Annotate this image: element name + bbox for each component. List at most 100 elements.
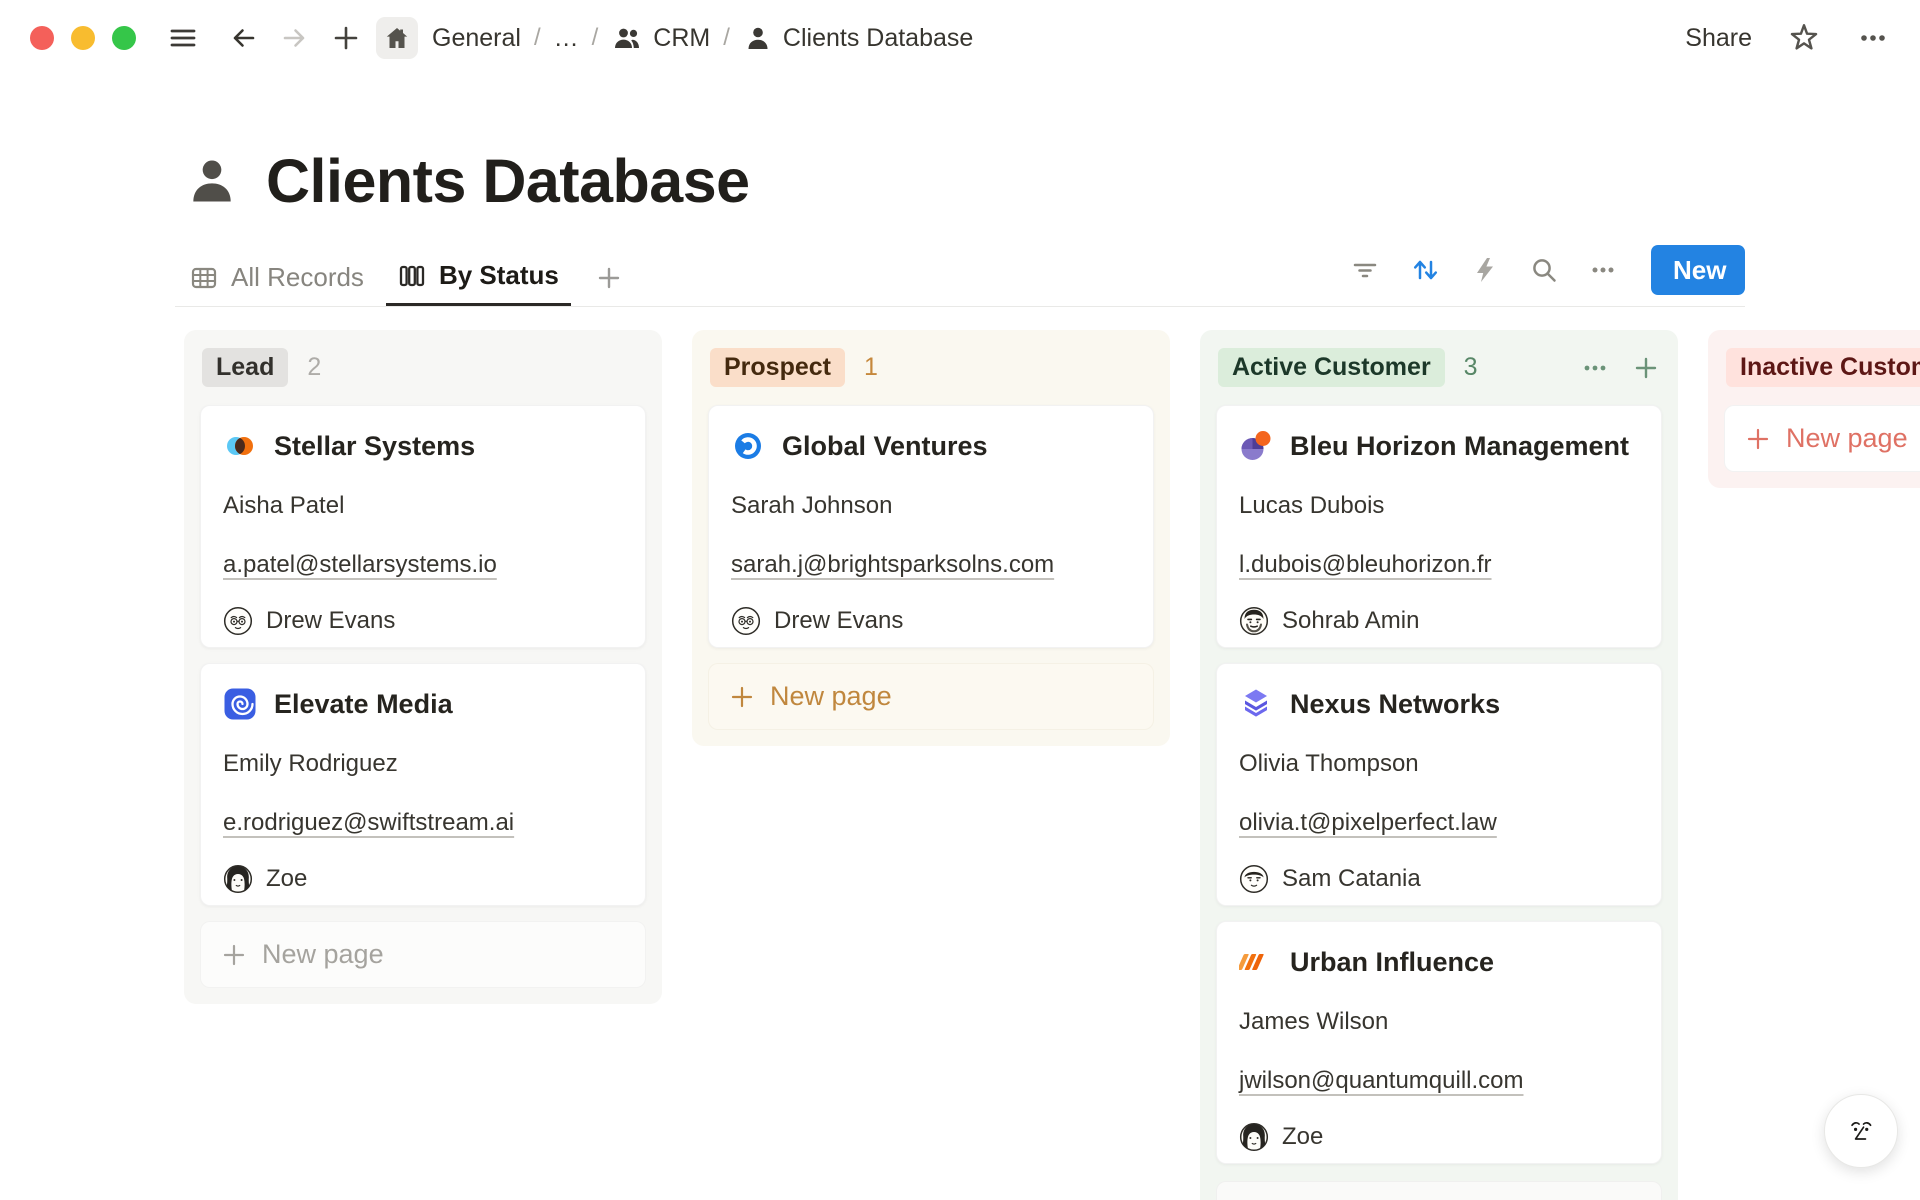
favorite-star-icon[interactable] [1786,20,1822,56]
breadcrumb-collapsed-ellipsis[interactable]: … [554,24,579,53]
avatar-sohrab-amin [1239,606,1269,636]
owner-name: Drew Evans [266,607,395,635]
status-badge[interactable]: Lead [202,348,288,387]
people-icon [611,22,643,54]
email-link[interactable]: jwilson@quantumquill.com [1239,1067,1523,1095]
share-button[interactable]: Share [1685,24,1752,53]
owner-name: Zoe [266,865,307,893]
new-record-button[interactable]: New [1651,245,1745,295]
minimize-window-button[interactable] [71,26,95,50]
new-page-button[interactable] [1216,1181,1662,1200]
column-count: 1 [864,353,878,382]
email-link[interactable]: olivia.t@pixelperfect.law [1239,809,1497,837]
column-menu-icon[interactable] [1580,353,1610,383]
contact-name: Lucas Dubois [1239,492,1639,520]
breadcrumb-separator: / [534,24,541,52]
contact-name: Olivia Thompson [1239,750,1639,778]
tabs-divider [175,306,1745,307]
zoom-window-button[interactable] [112,26,136,50]
tab-all-records[interactable]: All Records [178,248,376,307]
board-column-inactive-customer: Inactive Customer New page [1708,330,1920,488]
board-column-prospect: Prospect 1 Global Ventures Sarah Johnson… [692,330,1170,746]
company-name: Elevate Media [274,689,453,720]
email-link[interactable]: sarah.j@brightsparksolns.com [731,551,1054,579]
breadcrumb-separator: / [592,24,599,52]
close-window-button[interactable] [30,26,54,50]
company-name: Urban Influence [1290,947,1494,978]
stellar-systems-logo-icon [223,429,257,463]
board-column-lead: Lead 2 Stellar Systems Aisha Patel a.pat… [184,330,662,1004]
notion-ai-face-button[interactable] [1824,1094,1898,1168]
tab-by-status[interactable]: By Status [386,248,571,307]
page-header: Clients Database [184,146,750,216]
tab-by-status-label: By Status [439,260,559,291]
record-card[interactable]: Elevate Media Emily Rodriguez e.rodrigue… [200,663,646,906]
column-header: Inactive Customer [1724,330,1920,405]
table-view-icon [190,264,218,292]
owner-name: Drew Evans [774,607,903,635]
board-column-active-customer: Active Customer 3 Bleu Horizon Managemen… [1200,330,1678,1200]
avatar-drew-evans [223,606,253,636]
company-name: Nexus Networks [1290,689,1500,720]
new-record-label[interactable]: New [1651,245,1745,295]
record-card[interactable]: Global Ventures Sarah Johnson sarah.j@br… [708,405,1154,648]
new-tab-icon[interactable] [330,22,362,54]
forward-icon[interactable] [278,21,312,55]
company-name: Bleu Horizon Management [1290,431,1629,462]
column-count: 3 [1464,353,1478,382]
record-card[interactable]: Urban Influence James Wilson jwilson@qua… [1216,921,1662,1164]
window-controls [30,26,136,50]
sort-icon[interactable] [1409,254,1441,286]
breadcrumb-item-page[interactable]: Clients Database [783,24,973,53]
view-tabs: All Records By Status [178,248,623,307]
view-options-icon[interactable] [1588,255,1618,285]
new-page-label: New page [262,939,384,970]
ai-face-icon [1838,1108,1884,1154]
avatar-sam-catania [1239,864,1269,894]
email-link[interactable]: l.dubois@bleuhorizon.fr [1239,551,1492,579]
avatar-zoe [1239,1122,1269,1152]
new-page-button[interactable]: New page [200,921,646,988]
email-link[interactable]: e.rodriguez@swiftstream.ai [223,809,514,837]
add-view-icon[interactable] [595,264,623,292]
plus-icon [1745,426,1771,452]
avatar-zoe [223,864,253,894]
breadcrumb-separator: / [723,24,730,52]
record-card[interactable]: Nexus Networks Olivia Thompson olivia.t@… [1216,663,1662,906]
email-link[interactable]: a.patel@stellarsystems.io [223,551,497,579]
urban-influence-logo-icon [1239,945,1273,979]
record-card[interactable]: Stellar Systems Aisha Patel a.patel@stel… [200,405,646,648]
contact-name: Emily Rodriguez [223,750,623,778]
back-icon[interactable] [226,21,260,55]
status-badge[interactable]: Inactive Customer [1726,348,1920,387]
bleu-horizon-logo-icon [1239,429,1273,463]
breadcrumb-item-general[interactable]: General [432,24,521,53]
breadcrumb-item-crm[interactable]: CRM [653,24,710,53]
elevate-media-logo-icon [223,687,257,721]
search-icon[interactable] [1529,255,1559,285]
new-page-button[interactable]: New page [708,663,1154,730]
contact-name: Sarah Johnson [731,492,1131,520]
board-view-icon [398,262,426,290]
column-add-icon[interactable] [1632,354,1660,382]
filter-icon[interactable] [1350,255,1380,285]
column-header: Active Customer 3 [1216,330,1662,405]
sidebar-menu-icon[interactable] [166,21,200,55]
avatar-drew-evans [731,606,761,636]
automation-lightning-icon[interactable] [1470,255,1500,285]
home-icon[interactable] [376,17,418,59]
owner-name: Sohrab Amin [1282,607,1419,635]
record-card[interactable]: Bleu Horizon Management Lucas Dubois l.d… [1216,405,1662,648]
contact-name: James Wilson [1239,1008,1639,1036]
global-ventures-logo-icon [731,429,765,463]
more-options-icon[interactable] [1856,21,1890,55]
plus-icon [729,684,755,710]
new-page-button[interactable]: New page [1724,405,1920,472]
column-header: Lead 2 [200,330,646,405]
status-badge[interactable]: Active Customer [1218,348,1445,387]
window-titlebar: General / … / CRM / Clients Database Sha… [0,0,1920,76]
new-page-label: New page [770,681,892,712]
owner-name: Sam Catania [1282,865,1421,893]
status-badge[interactable]: Prospect [710,348,845,387]
plus-icon [221,942,247,968]
